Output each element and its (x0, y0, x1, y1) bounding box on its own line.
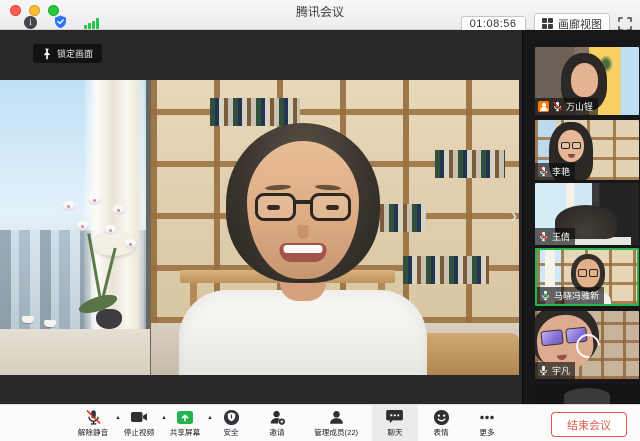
security-icon (223, 409, 240, 426)
fullscreen-button[interactable] (618, 17, 632, 31)
main-stage: 锁定画面 (0, 30, 522, 404)
scene-teacup (44, 320, 56, 327)
participant-name: 王倩 (552, 230, 570, 243)
lock-view-button[interactable]: 锁定画面 (33, 44, 102, 63)
grid-icon (542, 18, 554, 30)
main-speaker (178, 135, 428, 375)
participant-video (535, 384, 639, 404)
toolbar: 解除静音 停止视频 共享屏幕 安全 邀 (0, 404, 640, 441)
participant-name: 马晓冯雅新 (554, 289, 599, 302)
name-label-bar: 宇凡 (535, 362, 575, 379)
name-label-bar: 李艳 (535, 163, 575, 180)
main-video (0, 80, 519, 375)
security-button[interactable]: 安全 (208, 405, 254, 441)
name-label-bar: 马晓冯雅新 (537, 287, 604, 304)
participant-tile[interactable]: 万山锃 (535, 47, 639, 115)
participants-sidebar: 万山锃 李艳 (522, 30, 640, 404)
chat-label: 聊天 (387, 427, 402, 437)
muted-mic-icon (538, 166, 549, 177)
app-window: 腾讯会议 01:08:56 画廊视图 锁定画面 (0, 0, 640, 441)
next-page-chevron[interactable] (507, 206, 521, 228)
manage-members-button[interactable]: 管理成员(22) (300, 405, 372, 441)
scene-pot (96, 309, 122, 329)
end-meeting-button[interactable]: 结束会议 (551, 412, 627, 437)
scene-books (210, 98, 300, 126)
participant-name: 宇凡 (552, 364, 570, 377)
participant-tile-active-speaker[interactable]: 马晓冯雅新 (535, 248, 639, 306)
security-shield-icon[interactable] (54, 15, 67, 29)
lock-view-label: 锁定画面 (57, 47, 93, 60)
invite-label: 邀请 (269, 427, 284, 437)
speaker-shirt (179, 290, 427, 375)
chat-icon (386, 409, 404, 426)
speaker-glasses (251, 193, 355, 225)
emoji-icon (433, 409, 450, 426)
participant-tile[interactable]: 宇凡 (535, 311, 639, 379)
participant-tile-partial[interactable] (535, 384, 639, 404)
members-icon (328, 409, 345, 426)
participant-tile[interactable]: 李艳 (535, 120, 639, 180)
more-button[interactable]: 更多 (464, 405, 510, 441)
stop-video-label: 停止视频 (124, 427, 154, 437)
mic-icon (538, 365, 549, 376)
window-titlebar: 腾讯会议 01:08:56 画廊视图 (0, 0, 640, 30)
manage-members-label: 管理成员(22) (314, 427, 358, 437)
share-screen-button[interactable]: 共享屏幕 (162, 405, 208, 441)
participant-tile[interactable]: 王倩 (535, 183, 639, 245)
muted-mic-icon (538, 231, 549, 242)
speaker-face (236, 129, 370, 279)
share-screen-label: 共享屏幕 (170, 427, 200, 437)
stop-video-button[interactable]: 停止视频 (116, 405, 162, 441)
host-badge (538, 101, 549, 112)
chat-button[interactable]: 聊天 (372, 405, 418, 441)
scene-orchid (48, 199, 144, 311)
unmute-button[interactable]: 解除静音 (70, 405, 116, 441)
meeting-info-icon[interactable] (24, 16, 37, 29)
scene-books (435, 150, 505, 178)
emoji-label: 表情 (433, 427, 448, 437)
name-label-bar: 王倩 (535, 228, 575, 245)
scene-teacup (22, 316, 34, 323)
more-icon (478, 409, 496, 426)
mic-muted-icon (85, 409, 102, 426)
emoji-button[interactable]: 表情 (418, 405, 464, 441)
active-mic-icon (540, 290, 551, 301)
pin-icon (42, 48, 52, 60)
participant-name: 李艳 (552, 165, 570, 178)
scene-side-table (0, 329, 150, 375)
participant-name: 万山锃 (566, 100, 593, 113)
unmute-label: 解除静音 (78, 427, 108, 437)
invite-icon (269, 409, 286, 426)
name-label-bar: 万山锃 (535, 98, 598, 115)
more-label: 更多 (479, 427, 494, 437)
network-signal-icon[interactable] (84, 18, 99, 29)
invite-button[interactable]: 邀请 (254, 405, 300, 441)
muted-mic-icon (552, 101, 563, 112)
security-label: 安全 (223, 427, 238, 437)
share-screen-icon (176, 409, 194, 426)
camera-icon (130, 409, 148, 426)
